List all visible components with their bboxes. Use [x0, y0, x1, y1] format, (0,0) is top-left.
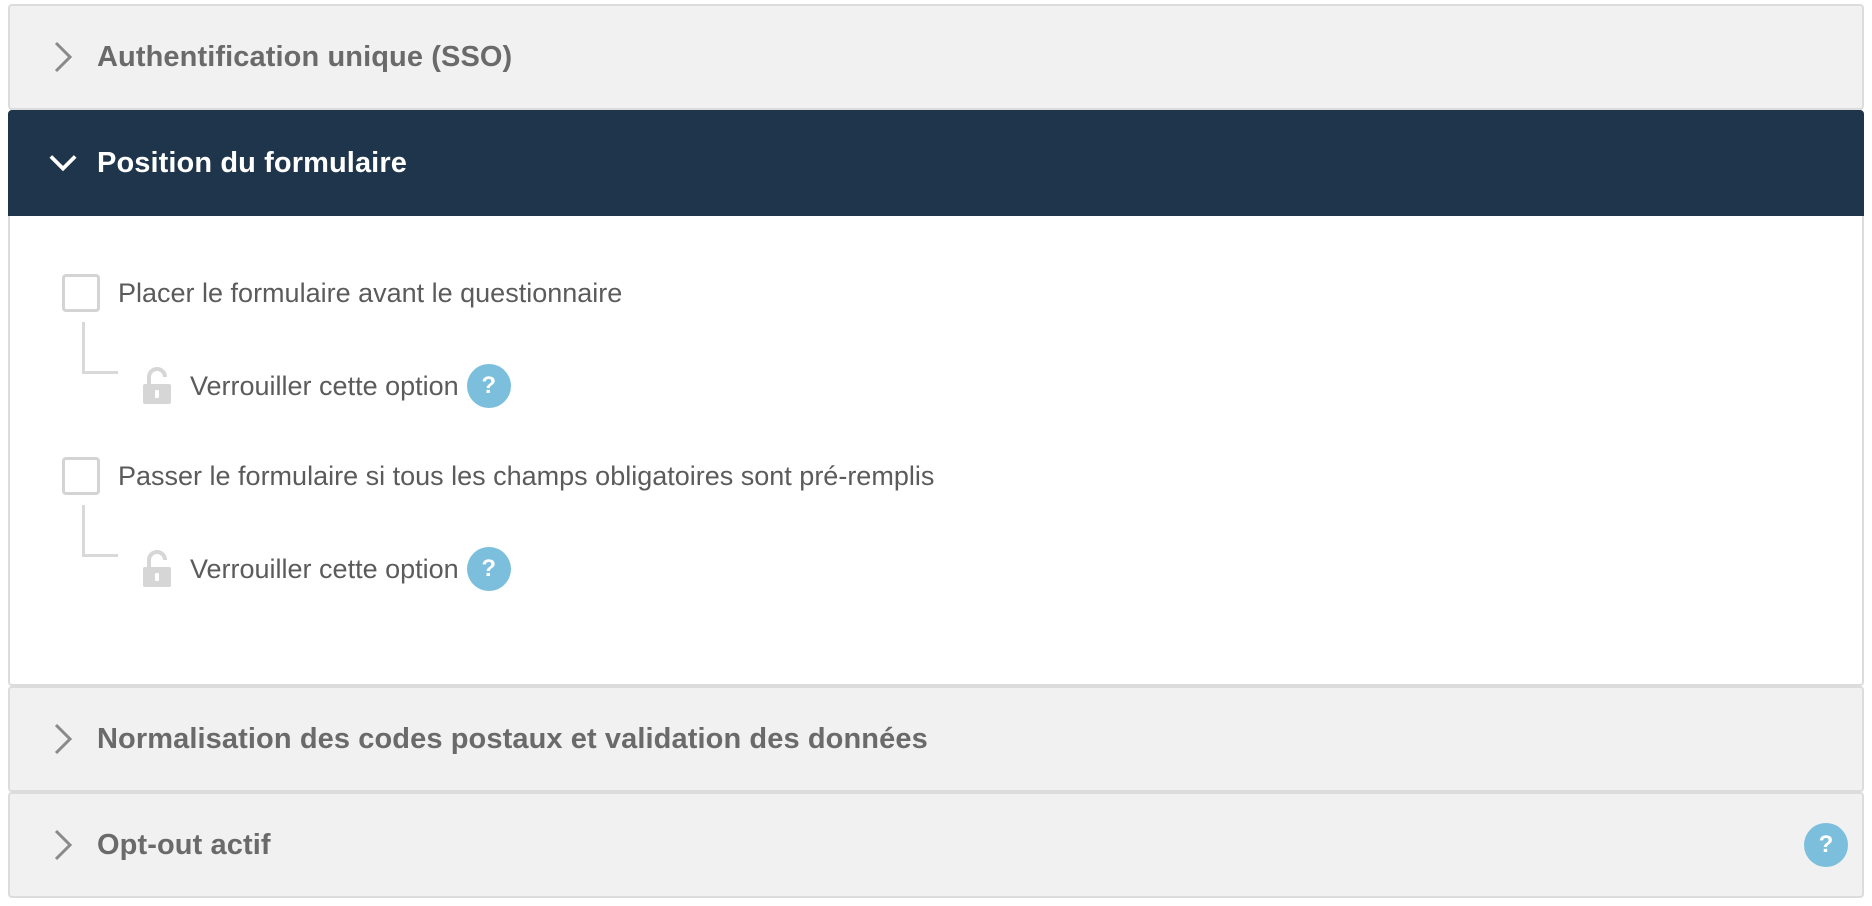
section-title: Position du formulaire: [97, 146, 407, 179]
option-form-before-survey: Placer le formulaire avant le questionna…: [62, 274, 622, 312]
section-title: Opt-out actif: [97, 828, 271, 861]
chevron-right-icon: [48, 723, 78, 755]
chevron-right-icon: [48, 41, 78, 73]
chevron-down-icon: [48, 148, 78, 178]
form-before-survey-checkbox[interactable]: [62, 274, 100, 312]
section-form-position-header[interactable]: Position du formulaire: [8, 110, 1864, 216]
chevron-right-icon: [48, 829, 78, 861]
option-connector-line: [82, 322, 118, 374]
section-title: Authentification unique (SSO): [97, 40, 513, 73]
lock-option-row: Verrouiller cette option ?: [140, 547, 511, 591]
question-icon[interactable]: ?: [466, 547, 511, 591]
section-sso-header[interactable]: Authentification unique (SSO): [8, 4, 1864, 110]
lock-option-label: Verrouiller cette option: [190, 553, 459, 584]
lock-option-row: Verrouiller cette option ?: [140, 364, 511, 408]
option-connector-line: [82, 505, 118, 557]
section-form-position-body: Placer le formulaire avant le questionna…: [8, 216, 1864, 686]
option-label: Passer le formulaire si tous les champs …: [118, 460, 935, 491]
question-icon[interactable]: ?: [1804, 823, 1848, 867]
lock-open-icon[interactable]: [140, 366, 174, 406]
lock-open-icon[interactable]: [140, 549, 174, 589]
question-icon[interactable]: ?: [466, 364, 511, 408]
option-skip-form-if-prefilled: Passer le formulaire si tous les champs …: [62, 457, 934, 495]
section-postal-normalization-header[interactable]: Normalisation des codes postaux et valid…: [8, 686, 1864, 792]
settings-accordion: Authentification unique (SSO) Position d…: [8, 4, 1864, 898]
lock-option-label: Verrouiller cette option: [190, 370, 459, 401]
option-label: Placer le formulaire avant le questionna…: [118, 277, 623, 308]
skip-form-if-prefilled-checkbox[interactable]: [62, 457, 100, 495]
section-title: Normalisation des codes postaux et valid…: [97, 722, 928, 755]
section-opt-out-header[interactable]: Opt-out actif ?: [8, 792, 1864, 898]
